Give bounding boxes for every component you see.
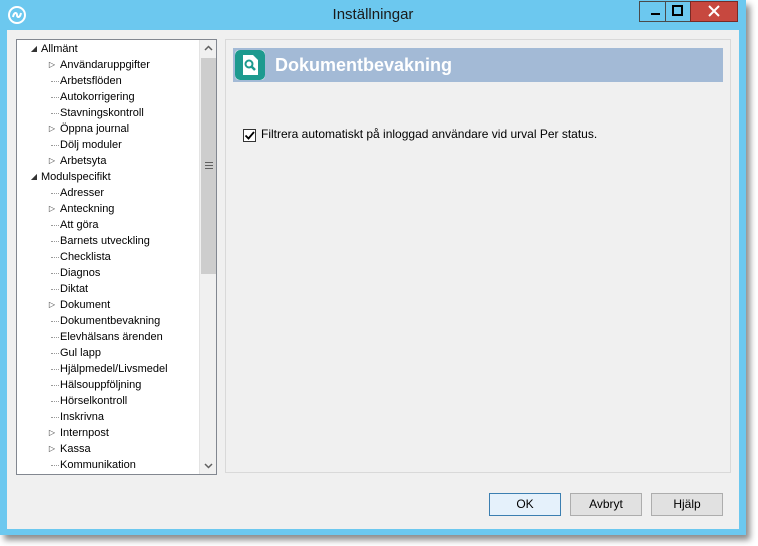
close-button[interactable] — [690, 1, 738, 22]
tree-item-label: Dölj moduler — [60, 139, 122, 151]
chevron-up-icon — [204, 45, 213, 51]
tree-connector — [51, 257, 59, 258]
scroll-thumb[interactable] — [201, 58, 216, 274]
close-icon — [708, 5, 720, 17]
tree-item-label: Hjälpmedel/Livsmedel — [60, 363, 168, 375]
tree-item-label: Hörselkontroll — [60, 395, 128, 407]
tree-item-label: Dokument — [60, 299, 111, 311]
grip-line — [205, 165, 213, 166]
panel-background: Dokumentbevakning Filtrera automatiskt p… — [226, 40, 730, 472]
scroll-up-button[interactable] — [200, 40, 216, 57]
tree-connector — [51, 273, 59, 274]
tree-expanded-icon[interactable]: ◢ — [29, 169, 39, 185]
window-title: Inställningar — [332, 6, 414, 23]
tree-connector — [51, 417, 59, 418]
panel-title: Dokumentbevakning — [275, 55, 453, 75]
tree-item-label: Barnets utveckling — [60, 235, 150, 247]
tree-collapsed-icon[interactable]: ▷ — [47, 153, 57, 169]
tree-connector — [51, 337, 59, 338]
tree-connector — [51, 369, 59, 370]
grip-line — [205, 168, 213, 169]
tree-item-label: Elevhälsans ärenden — [60, 331, 163, 343]
ok-button[interactable]: OK — [489, 493, 561, 516]
settings-tree[interactable]: ◢ Allmänt ▷ Användaruppgifter Arbetsflöden Au… — [16, 39, 217, 475]
tree-connector — [51, 81, 59, 82]
tree-connector — [51, 145, 59, 146]
tree-item-label: Modulspecifikt — [41, 171, 111, 183]
tree-item-label: Kommunikation — [60, 459, 136, 471]
tree-expanded-icon[interactable]: ◢ — [29, 41, 39, 57]
tree-collapsed-icon[interactable]: ▷ — [47, 121, 57, 137]
tree-item-label: Internpost — [60, 427, 109, 439]
help-button[interactable]: Hjälp — [651, 493, 723, 516]
tree-connector — [51, 289, 59, 290]
tree-item-label: Autokorrigering — [60, 91, 135, 103]
panel-header: Dokumentbevakning — [233, 48, 723, 82]
tree-item-label: Anteckning — [60, 203, 115, 215]
cancel-button[interactable]: Avbryt — [570, 493, 642, 516]
checkmark-icon — [244, 131, 255, 140]
tree-item-label: Gul lapp — [60, 347, 101, 359]
tree-connector — [51, 353, 59, 354]
tree-connector — [51, 241, 59, 242]
auto-filter-checkbox[interactable] — [243, 129, 256, 142]
tree-item-label: Allmänt — [41, 43, 78, 55]
tree-connector — [51, 113, 59, 114]
grip-line — [205, 162, 213, 163]
tree-item-label: Adresser — [60, 187, 105, 199]
scroll-down-button[interactable] — [200, 457, 216, 474]
tree-item-label: Öppna journal — [60, 123, 130, 135]
tree-item-label: Dokumentbevakning — [60, 315, 161, 327]
title-bar[interactable]: Inställningar — [0, 0, 746, 30]
tree-item-label: Stavningskontroll — [60, 107, 144, 119]
tree-item-label: Inskrivna — [60, 411, 105, 423]
tree-item-label: Checklista — [60, 251, 111, 263]
tree-collapsed-icon[interactable]: ▷ — [47, 57, 57, 73]
settings-panel: Dokumentbevakning Filtrera automatiskt p… — [225, 39, 731, 473]
tree-connector — [51, 321, 59, 322]
tree-item-label: Arbetsflöden — [60, 75, 122, 87]
tree-collapsed-icon[interactable]: ▷ — [47, 425, 57, 441]
tree-connector — [51, 225, 59, 226]
tree-connector — [51, 465, 59, 466]
tree-item-label: Arbetsyta — [60, 155, 107, 167]
tree-connector — [51, 193, 59, 194]
tree-item-label: Att göra — [60, 219, 99, 231]
tree-connector — [51, 401, 59, 402]
chevron-down-icon — [204, 463, 213, 469]
tree-item-label: Användaruppgifter — [60, 59, 150, 71]
tree-collapsed-icon[interactable]: ▷ — [47, 297, 57, 313]
dialog-client-area: ◢ Allmänt ▷ Användaruppgifter Arbetsflöden Au… — [7, 30, 739, 529]
tree-collapsed-icon[interactable]: ▷ — [47, 201, 57, 217]
tree-item-label: Diagnos — [60, 267, 101, 279]
tree-item-label: Hälsouppföljning — [60, 379, 142, 391]
settings-window: Inställningar ◢ Allmänt ▷ Användaruppgifter… — [0, 0, 746, 535]
tree-connector — [51, 385, 59, 386]
maximize-icon — [672, 5, 683, 16]
auto-filter-label[interactable]: Filtrera automatiskt på inloggad använda… — [261, 127, 597, 141]
tree-item-label: Diktat — [60, 283, 89, 295]
tree-scrollbar[interactable] — [199, 40, 216, 474]
tree-connector — [51, 97, 59, 98]
tree-collapsed-icon[interactable]: ▷ — [47, 441, 57, 457]
document-watch-icon — [235, 50, 265, 80]
tree-item-label: Kassa — [60, 443, 91, 455]
